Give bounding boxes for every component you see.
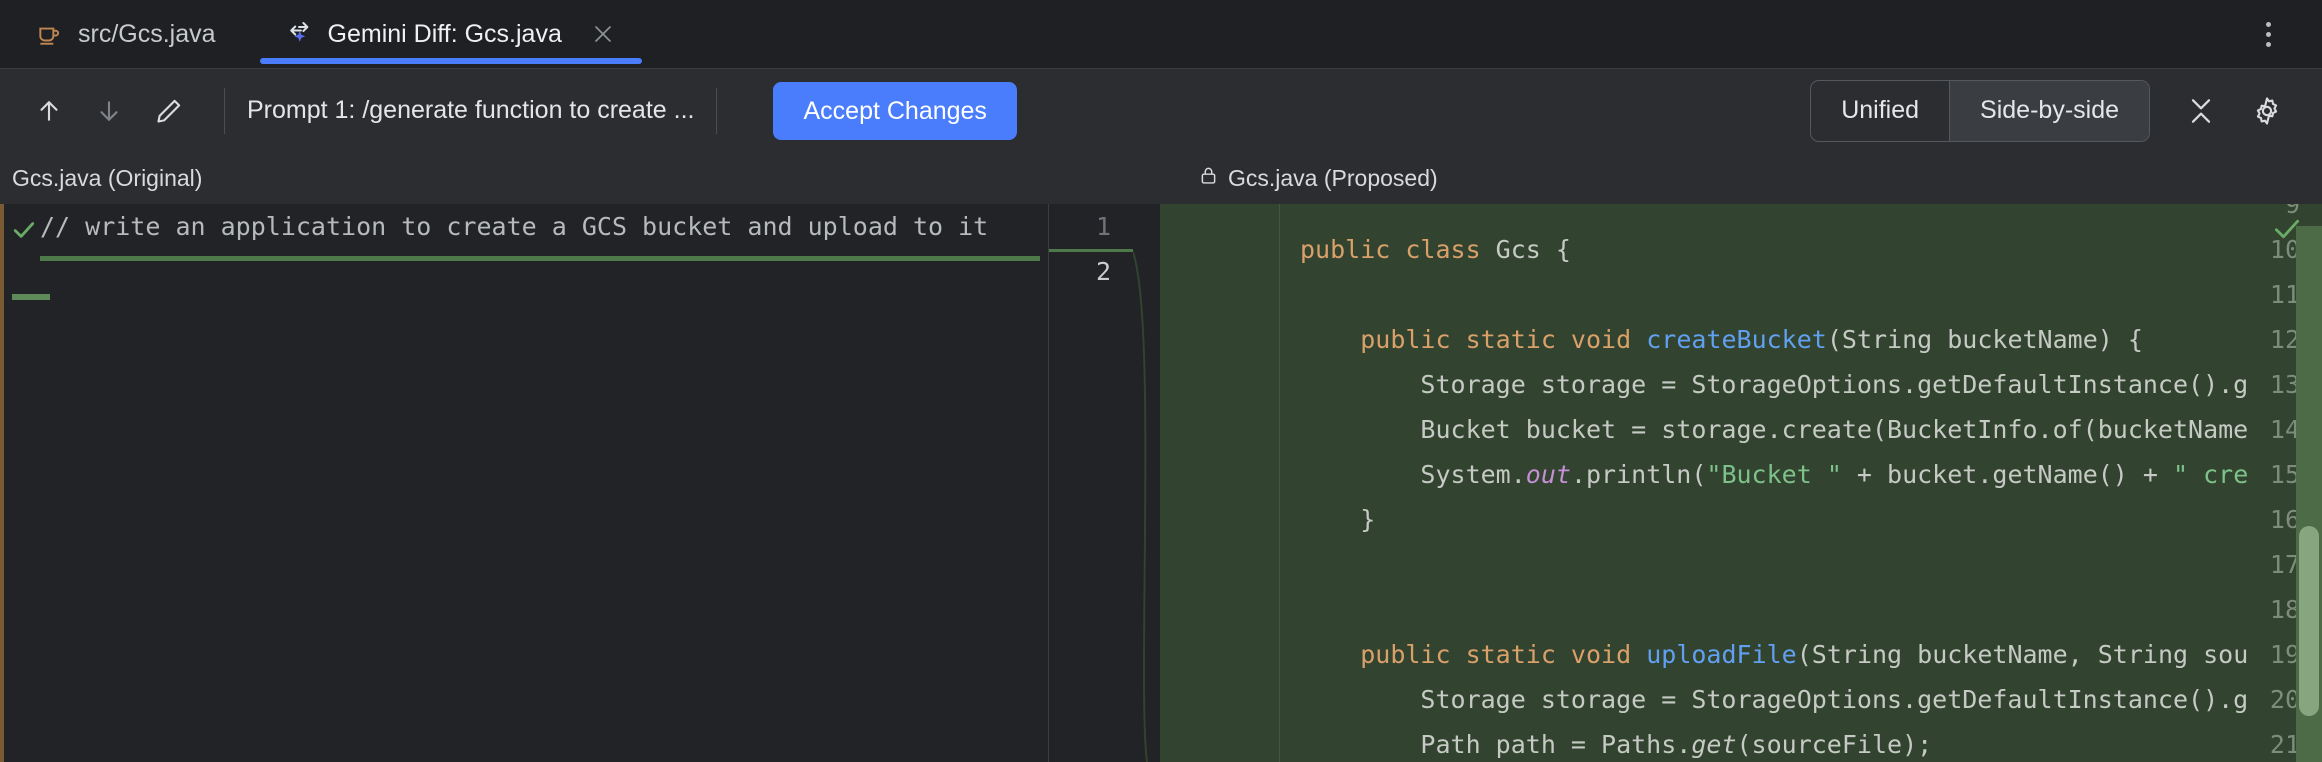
original-code-line-1: // write an application to create a GCS … <box>40 212 988 241</box>
gemini-diff-window: src/Gcs.java Gemini Diff: Gcs.java <box>0 0 2322 762</box>
proposed-code-line: } <box>1300 505 1375 534</box>
java-coffee-icon <box>34 19 64 49</box>
line-number: 17 <box>2210 550 2300 579</box>
original-file-header: Gcs.java (Original) <box>12 152 202 204</box>
line-number: 10 <box>2210 235 2300 264</box>
proposed-code-line: Storage storage = StorageOptions.getDefa… <box>1300 685 2248 714</box>
arrow-up-icon[interactable] <box>22 84 76 138</box>
prompt-label: Prompt 1: /generate function to create .… <box>247 96 694 125</box>
lock-icon <box>1198 165 1219 192</box>
gear-icon[interactable] <box>2240 84 2294 138</box>
removed-line-marker <box>12 294 50 300</box>
diff-toolbar: Prompt 1: /generate function to create .… <box>0 68 2322 152</box>
view-mode-unified[interactable]: Unified <box>1811 81 1949 141</box>
arrow-down-icon[interactable] <box>82 84 136 138</box>
line-number: 1 <box>1049 204 1133 249</box>
accept-hunk-check-icon[interactable] <box>10 216 38 249</box>
view-mode-side-by-side[interactable]: Side-by-side <box>1949 81 2149 141</box>
proposed-line-number-gutter <box>1160 204 1280 762</box>
proposed-code-line: Storage storage = StorageOptions.getDefa… <box>1300 370 2248 399</box>
original-pane[interactable]: // write an application to create a GCS … <box>0 204 1048 762</box>
proposed-code-line: public class Gcs { <box>1300 235 1571 264</box>
line-number: 12 <box>2210 325 2300 354</box>
editor-tab-bar: src/Gcs.java Gemini Diff: Gcs.java <box>0 0 2322 68</box>
view-mode-toggle: Unified Side-by-side <box>1810 80 2150 142</box>
vertical-scrollbar-track[interactable] <box>2296 226 2322 762</box>
line-number: 11 <box>2210 280 2300 309</box>
modified-marker-bar <box>0 204 4 762</box>
toolbar-right-group: Unified Side-by-side <box>1810 80 2300 142</box>
diff-connector <box>1133 204 1160 762</box>
proposed-file-label: Gcs.java (Proposed) <box>1228 165 1438 192</box>
proposed-code-line: System.out.println("Bucket " + bucket.ge… <box>1300 460 2248 489</box>
gutter-change-underline <box>1049 249 1134 252</box>
toolbar-divider <box>224 88 225 134</box>
chevron-collapse-icon[interactable] <box>2174 84 2228 138</box>
diff-file-headers: Gcs.java (Original) Gcs.java (Proposed) <box>0 152 2322 204</box>
more-vertical-icon[interactable] <box>2248 14 2288 54</box>
proposed-file-header: Gcs.java (Proposed) <box>1198 152 1438 204</box>
tab-label: Gemini Diff: Gcs.java <box>328 20 562 49</box>
proposed-code-line: Path path = Paths.get(sourceFile); <box>1300 730 1932 759</box>
original-line-number-gutter: 1 2 <box>1048 204 1133 762</box>
proposed-code-line: public static void uploadFile(String buc… <box>1300 640 2248 669</box>
active-tab-indicator <box>260 58 642 64</box>
proposed-code-line: Bucket bucket = storage.create(BucketInf… <box>1300 415 2248 444</box>
proposed-code-line: public static void createBucket(String b… <box>1300 325 2143 354</box>
proposed-pane[interactable]: 9 10 11 12 13 14 15 16 17 18 19 20 21 pu… <box>1160 204 2322 762</box>
close-icon[interactable] <box>588 19 618 49</box>
pencil-icon[interactable] <box>142 84 196 138</box>
toolbar-divider-2 <box>716 88 717 134</box>
tab-gemini-diff[interactable]: Gemini Diff: Gcs.java <box>250 0 652 68</box>
tab-label: src/Gcs.java <box>78 20 216 49</box>
line-number: 16 <box>2210 505 2300 534</box>
diff-body: // write an application to create a GCS … <box>0 204 2322 762</box>
tab-src-gcs-java[interactable]: src/Gcs.java <box>0 0 250 68</box>
gemini-diff-icon <box>284 19 314 49</box>
line-number: 21 <box>2210 730 2300 759</box>
changed-line-underline <box>40 256 1040 261</box>
line-number: 2 <box>1049 249 1133 294</box>
line-number: 18 <box>2210 595 2300 624</box>
line-number: 9 <box>2210 204 2300 219</box>
vertical-scrollbar-thumb[interactable] <box>2299 526 2319 716</box>
original-file-label: Gcs.java (Original) <box>12 165 202 192</box>
accept-changes-button[interactable]: Accept Changes <box>773 82 1016 140</box>
